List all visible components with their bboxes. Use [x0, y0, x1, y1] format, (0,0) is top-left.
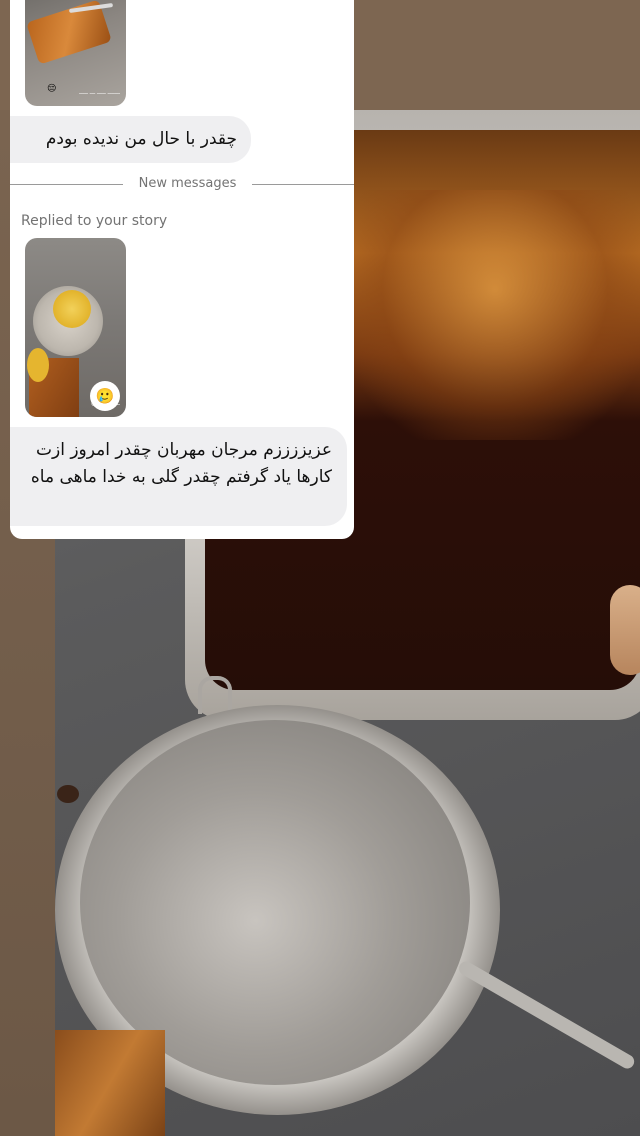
- message-text: چقدر با حال من ندیده بودم: [45, 129, 237, 149]
- strainer-hook: [198, 676, 232, 714]
- wooden-board: [55, 1030, 165, 1136]
- message-text: عزیززززم مرجان مهربان چقدر امروز ازت کار…: [30, 440, 332, 487]
- divider-line: [252, 184, 354, 185]
- story-caption: ـــــــ ـــــ ـــ ـــــ: [79, 89, 120, 96]
- story-thumbnail-1[interactable]: 😔 ـــــــ ـــــ ـــ ـــــ: [25, 0, 126, 106]
- replied-to-story-label: Replied to your story: [21, 213, 168, 229]
- new-messages-divider: New messages: [10, 172, 354, 196]
- divider-line: [10, 184, 123, 185]
- message-bubble[interactable]: چقدر با حال من ندیده بودم: [10, 116, 251, 163]
- story-thumbnail-2[interactable]: @ـــــــ.ـــــ 🥲: [25, 238, 126, 417]
- lemon-image: [53, 290, 91, 328]
- divider-label: New messages: [138, 176, 237, 191]
- message-bubble[interactable]: عزیززززم مرجان مهربان چقدر امروز ازت کار…: [10, 427, 347, 526]
- lemon-image: [27, 348, 49, 382]
- tray-foam: [350, 190, 640, 440]
- chat-panel: 😔 ـــــــ ـــــ ـــ ـــــ چقدر با حال من…: [10, 0, 354, 539]
- coffee-bean: [57, 785, 79, 803]
- reaction-emoji-icon[interactable]: 🥲: [90, 381, 120, 411]
- hand: [610, 585, 640, 675]
